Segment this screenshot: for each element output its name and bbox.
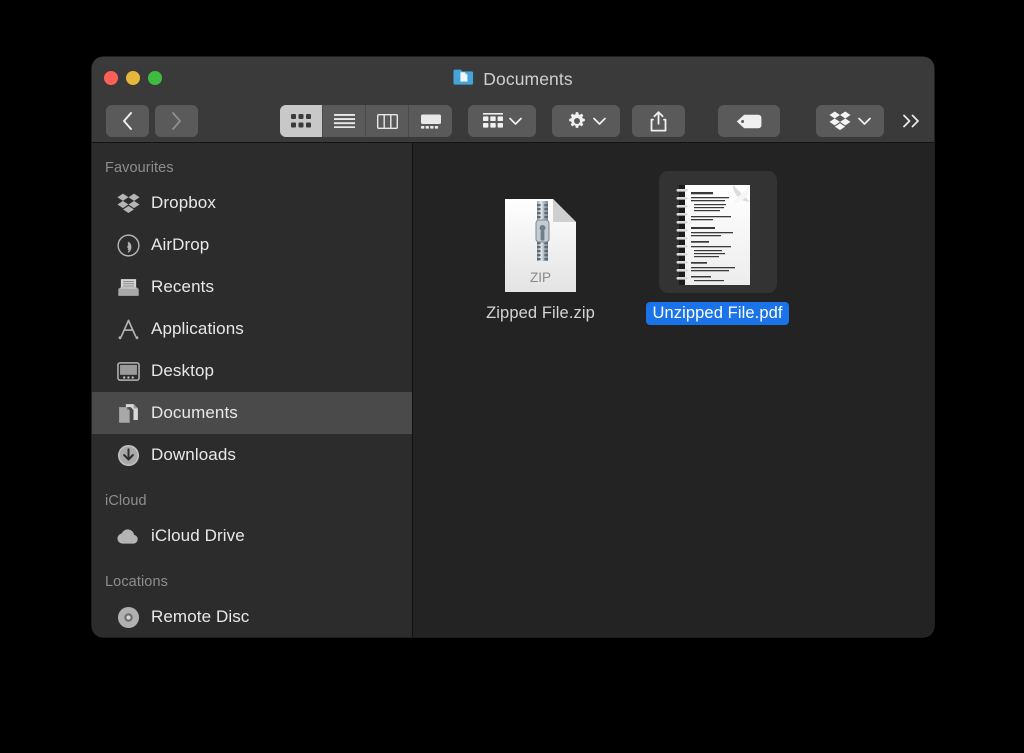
finder-window: Documents bbox=[92, 57, 934, 637]
view-mode-segmented-control bbox=[280, 105, 452, 137]
dropbox-icon bbox=[116, 191, 140, 215]
tags-button[interactable] bbox=[718, 105, 780, 137]
remote-disc-icon bbox=[116, 605, 140, 629]
icon-view-button[interactable] bbox=[280, 105, 323, 137]
sidebar-item-label: Recents bbox=[151, 277, 214, 297]
sidebar-item-label: Dropbox bbox=[151, 193, 216, 213]
sidebar-item-label: Downloads bbox=[151, 445, 236, 465]
sidebar-section-header-favourites: Favourites bbox=[92, 153, 412, 182]
file-grid: ZIP Zipped File.zip bbox=[475, 171, 783, 325]
sidebar-item-downloads[interactable]: Downloads bbox=[92, 434, 412, 476]
gear-icon bbox=[567, 111, 587, 131]
file-item-zip[interactable]: ZIP Zipped File.zip bbox=[475, 171, 606, 325]
double-chevron-right-icon bbox=[902, 114, 922, 128]
sidebar-section-header-icloud: iCloud bbox=[92, 476, 412, 515]
sidebar-item-label: AirDrop bbox=[151, 235, 209, 255]
sidebar-item-label: Documents bbox=[151, 403, 238, 423]
documents-icon bbox=[116, 401, 140, 425]
window-title-text: Documents bbox=[483, 69, 572, 90]
chevron-down-icon bbox=[509, 117, 522, 126]
share-icon bbox=[650, 111, 667, 132]
file-item-pdf[interactable]: Unzipped File.pdf bbox=[652, 171, 783, 325]
sidebar-item-documents[interactable]: Documents bbox=[92, 392, 412, 434]
dropbox-button[interactable] bbox=[816, 105, 884, 137]
toolbar bbox=[92, 101, 934, 141]
sidebar-item-label: Applications bbox=[151, 319, 244, 339]
window-body: Favourites Dropbox bbox=[92, 143, 934, 637]
sidebar-item-remote-disc[interactable]: Remote Disc bbox=[92, 596, 412, 637]
titlebar: Documents bbox=[92, 57, 934, 143]
forward-button[interactable] bbox=[155, 105, 198, 137]
file-label[interactable]: Zipped File.zip bbox=[480, 302, 601, 325]
file-content-area[interactable]: ZIP Zipped File.zip bbox=[413, 143, 934, 637]
window-title: Documents bbox=[92, 68, 934, 90]
airdrop-icon bbox=[116, 233, 140, 257]
sidebar-item-desktop[interactable]: Desktop bbox=[92, 350, 412, 392]
tag-icon bbox=[736, 114, 762, 129]
desktop-icon bbox=[116, 359, 140, 383]
sidebar-item-airdrop[interactable]: AirDrop bbox=[92, 224, 412, 266]
back-button[interactable] bbox=[106, 105, 149, 137]
downloads-icon bbox=[116, 443, 140, 467]
pdf-file-icon[interactable] bbox=[659, 171, 777, 293]
toolbar-overflow-button[interactable] bbox=[898, 106, 926, 136]
navigation-buttons bbox=[106, 105, 198, 137]
sidebar-item-dropbox[interactable]: Dropbox bbox=[92, 182, 412, 224]
sidebar-item-applications[interactable]: Applications bbox=[92, 308, 412, 350]
action-menu-button[interactable] bbox=[552, 105, 620, 137]
sidebar-section-header-locations: Locations bbox=[92, 557, 412, 596]
chevron-down-icon bbox=[593, 117, 606, 126]
sidebar-item-label: Remote Disc bbox=[151, 607, 249, 627]
group-by-button[interactable] bbox=[468, 105, 536, 137]
sidebar-item-icloud-drive[interactable]: iCloud Drive bbox=[92, 515, 412, 557]
column-view-button[interactable] bbox=[366, 105, 409, 137]
recents-icon bbox=[116, 275, 140, 299]
sidebar-item-recents[interactable]: Recents bbox=[92, 266, 412, 308]
chevron-down-icon bbox=[858, 117, 871, 126]
documents-folder-icon bbox=[453, 68, 474, 90]
gallery-view-button[interactable] bbox=[409, 105, 452, 137]
sidebar-item-label: Desktop bbox=[151, 361, 214, 381]
list-view-button[interactable] bbox=[323, 105, 366, 137]
share-button[interactable] bbox=[632, 105, 685, 137]
zip-file-icon[interactable]: ZIP bbox=[482, 171, 600, 293]
sidebar: Favourites Dropbox bbox=[92, 143, 413, 637]
sidebar-item-label: iCloud Drive bbox=[151, 526, 245, 546]
icloud-icon bbox=[116, 524, 140, 548]
applications-icon bbox=[116, 317, 140, 341]
dropbox-icon bbox=[829, 111, 851, 131]
zip-badge-text: ZIP bbox=[530, 270, 551, 285]
file-label[interactable]: Unzipped File.pdf bbox=[646, 302, 788, 325]
